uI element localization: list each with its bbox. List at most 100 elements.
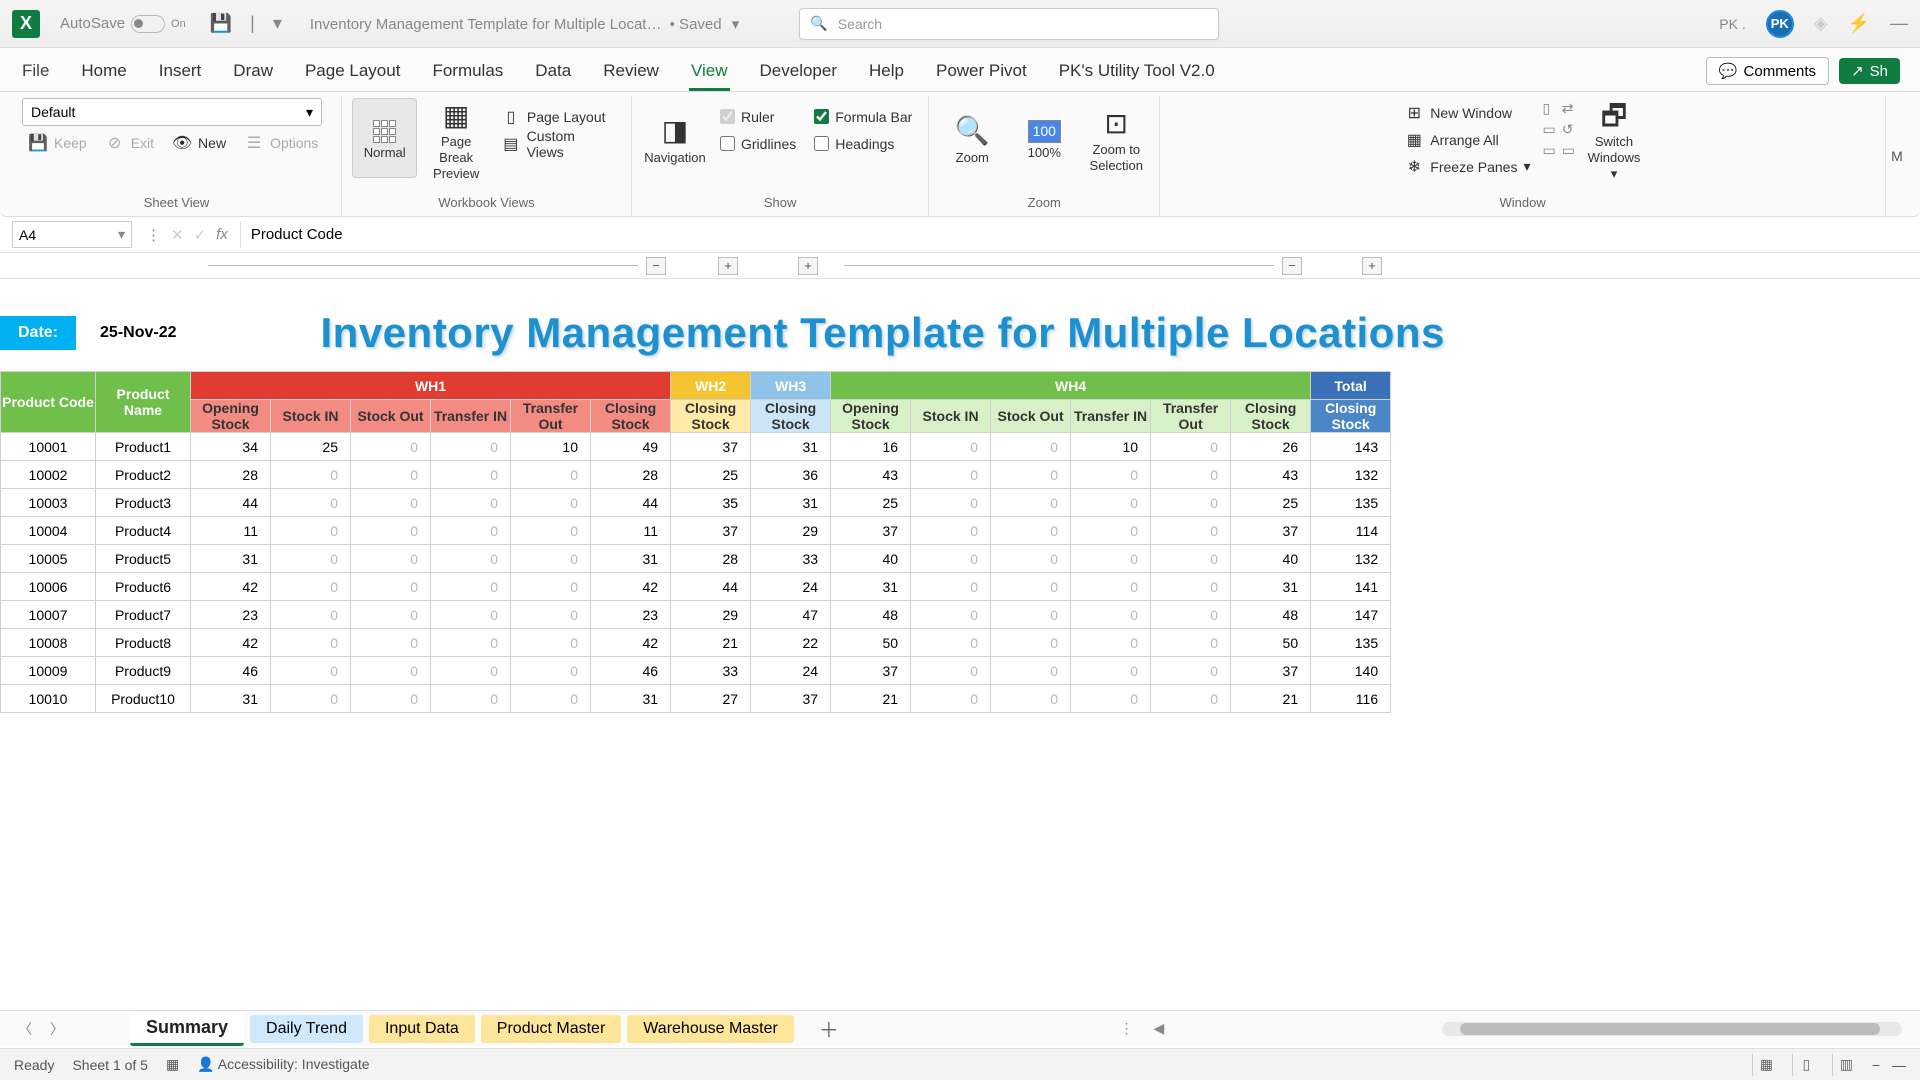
cell[interactable]: 42 xyxy=(191,573,271,601)
cell[interactable]: 33 xyxy=(751,545,831,573)
cell[interactable]: 0 xyxy=(991,629,1071,657)
cell[interactable]: 0 xyxy=(911,545,991,573)
formula-input[interactable]: Product Code xyxy=(240,221,1920,248)
unhide-icon[interactable]: ▭ xyxy=(1543,142,1556,159)
cell[interactable]: 0 xyxy=(511,573,591,601)
cell[interactable]: 35 xyxy=(671,489,751,517)
cell[interactable]: 11 xyxy=(191,517,271,545)
cell[interactable]: 0 xyxy=(1151,517,1231,545)
cell[interactable]: 0 xyxy=(511,489,591,517)
table-row[interactable]: 10001Product134250010493731160010026143 xyxy=(1,433,1391,461)
cell[interactable]: 21 xyxy=(671,629,751,657)
arrange-all-button[interactable]: ▦Arrange All xyxy=(1398,127,1536,152)
table-row[interactable]: 10007Product723000023294748000048147 xyxy=(1,601,1391,629)
worksheet[interactable]: Date: 25-Nov-22 Inventory Management Tem… xyxy=(0,279,1920,713)
cell[interactable]: 0 xyxy=(1151,461,1231,489)
name-box[interactable]: A4 ▾ xyxy=(12,221,132,248)
tab-power-pivot[interactable]: Power Pivot xyxy=(934,61,1029,91)
cell[interactable]: 0 xyxy=(911,657,991,685)
cell[interactable]: 10010 xyxy=(1,685,96,713)
collapse-wh4-button[interactable]: − xyxy=(1282,257,1302,275)
cell[interactable]: 0 xyxy=(1071,685,1151,713)
prev-sheet-icon[interactable]: 〈 xyxy=(18,1019,32,1039)
cell[interactable]: 0 xyxy=(431,685,511,713)
confirm-icon[interactable]: ✓ xyxy=(194,226,207,244)
navigation-button[interactable]: ◨Navigation xyxy=(642,98,708,178)
cell[interactable]: 0 xyxy=(511,545,591,573)
window-icon[interactable]: ▭ xyxy=(1562,142,1575,159)
cell[interactable]: 135 xyxy=(1311,489,1391,517)
cell[interactable]: Product5 xyxy=(96,545,191,573)
cell[interactable]: 0 xyxy=(1071,545,1151,573)
split-icon[interactable]: ▯ xyxy=(1543,100,1556,117)
cell[interactable]: 132 xyxy=(1311,461,1391,489)
cell[interactable]: 0 xyxy=(271,657,351,685)
tab-file[interactable]: File xyxy=(20,61,51,91)
cell[interactable]: 0 xyxy=(991,685,1071,713)
cell[interactable]: 0 xyxy=(991,657,1071,685)
cell[interactable]: 0 xyxy=(511,657,591,685)
cell[interactable]: 0 xyxy=(271,685,351,713)
tab-pk-tool[interactable]: PK's Utility Tool V2.0 xyxy=(1057,61,1217,91)
cell[interactable]: 0 xyxy=(431,461,511,489)
cell[interactable]: 0 xyxy=(911,461,991,489)
tab-view[interactable]: View xyxy=(689,61,730,91)
cell[interactable]: 47 xyxy=(751,601,831,629)
minimize-icon[interactable]: — xyxy=(1890,13,1908,34)
cell[interactable]: 141 xyxy=(1311,573,1391,601)
stats-icon[interactable]: ▦ xyxy=(166,1056,179,1073)
cell[interactable]: 0 xyxy=(511,629,591,657)
tab-developer[interactable]: Developer xyxy=(758,61,840,91)
sheet-tab-warehouse[interactable]: Warehouse Master xyxy=(627,1015,794,1043)
cell[interactable]: 37 xyxy=(1231,517,1311,545)
cell[interactable]: 0 xyxy=(351,545,431,573)
cell[interactable]: 0 xyxy=(431,489,511,517)
more-icon[interactable]: ⋮ xyxy=(146,226,161,244)
share-button[interactable]: ↗ Sh xyxy=(1839,58,1900,84)
cell[interactable]: 46 xyxy=(591,657,671,685)
cell[interactable]: 0 xyxy=(511,517,591,545)
cell[interactable]: 40 xyxy=(1231,545,1311,573)
cell[interactable]: 0 xyxy=(1151,433,1231,461)
table-row[interactable]: 10006Product642000042442431000031141 xyxy=(1,573,1391,601)
switch-windows-button[interactable]: 🗗Switch Windows ▾ xyxy=(1581,98,1647,178)
sheet-tab-summary[interactable]: Summary xyxy=(130,1012,244,1046)
tab-data[interactable]: Data xyxy=(533,61,573,91)
custom-views-button[interactable]: ▤Custom Views xyxy=(495,131,621,156)
cell[interactable]: 114 xyxy=(1311,517,1391,545)
add-sheet-button[interactable]: ＋ xyxy=(816,1016,842,1042)
tab-home[interactable]: Home xyxy=(79,61,128,91)
cell[interactable]: 31 xyxy=(751,489,831,517)
diamond-icon[interactable]: ◈ xyxy=(1814,13,1828,34)
cell[interactable]: 28 xyxy=(191,461,271,489)
cell[interactable]: 0 xyxy=(991,489,1071,517)
cell[interactable]: 42 xyxy=(191,629,271,657)
cell[interactable]: 0 xyxy=(511,601,591,629)
page-layout-button[interactable]: ▯Page Layout xyxy=(495,104,621,129)
cell[interactable]: Product3 xyxy=(96,489,191,517)
cell[interactable]: Product4 xyxy=(96,517,191,545)
tab-insert[interactable]: Insert xyxy=(157,61,204,91)
sheet-tab-input[interactable]: Input Data xyxy=(369,1015,475,1043)
cell[interactable]: 25 xyxy=(831,489,911,517)
cell[interactable]: 28 xyxy=(671,545,751,573)
comments-button[interactable]: 💬 Comments xyxy=(1706,57,1829,85)
cell[interactable]: 25 xyxy=(271,433,351,461)
cell[interactable]: 48 xyxy=(831,601,911,629)
cell[interactable]: 28 xyxy=(591,461,671,489)
cell[interactable]: 43 xyxy=(1231,461,1311,489)
cell[interactable]: 16 xyxy=(831,433,911,461)
sync-icon[interactable]: ⇄ xyxy=(1562,100,1575,117)
plug-icon[interactable]: ⚡ xyxy=(1848,13,1870,34)
cell[interactable]: 22 xyxy=(751,629,831,657)
page-layout-view-icon[interactable]: ▯ xyxy=(1792,1054,1820,1076)
cell[interactable]: 0 xyxy=(991,601,1071,629)
cell[interactable]: 0 xyxy=(351,573,431,601)
cell[interactable]: 37 xyxy=(671,517,751,545)
cell[interactable]: 26 xyxy=(1231,433,1311,461)
tab-help[interactable]: Help xyxy=(867,61,906,91)
cell[interactable]: 0 xyxy=(271,545,351,573)
hide-icon[interactable]: ▭ xyxy=(1543,121,1556,138)
cell[interactable]: 10008 xyxy=(1,629,96,657)
cell[interactable]: 23 xyxy=(191,601,271,629)
